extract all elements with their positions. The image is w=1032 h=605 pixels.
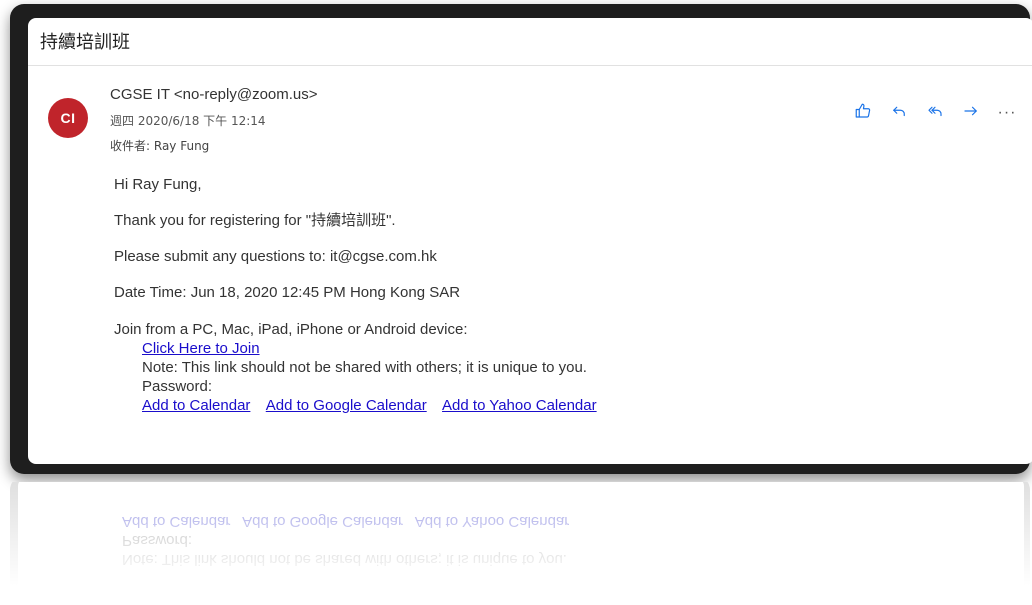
window-reflection: Note: This link should not be shared wit…	[10, 482, 1030, 604]
forward-button[interactable]	[960, 102, 982, 124]
window-frame: 持續培訓班 CI CGSE IT <no-reply@zoom.us> 週四 2…	[10, 4, 1032, 474]
recipient-label: 收件者:	[110, 139, 151, 153]
add-to-google-calendar-link[interactable]: Add to Google Calendar	[266, 397, 427, 414]
like-icon	[854, 102, 872, 125]
email-subject: 持續培訓班	[40, 32, 130, 53]
avatar-initials: CI	[60, 110, 76, 126]
sender-address[interactable]: CGSE IT <no-reply@zoom.us>	[110, 86, 318, 103]
join-intro: Join from a PC, Mac, iPad, iPhone or And…	[114, 321, 468, 338]
email-reading-pane: 持續培訓班 CI CGSE IT <no-reply@zoom.us> 週四 2…	[28, 18, 1032, 464]
message-actions-toolbar: ···	[852, 102, 1018, 124]
reply-button[interactable]	[888, 102, 910, 124]
reflection-fade	[10, 482, 1030, 604]
more-actions-button[interactable]: ···	[996, 102, 1018, 124]
reply-all-icon	[926, 102, 944, 125]
join-details: Click Here to Join Note: This link shoul…	[114, 339, 1014, 415]
questions-contact: Please submit any questions to: it@cgse.…	[114, 248, 437, 265]
calendar-links: Add to Calendar Add to Google Calendar A…	[142, 396, 1014, 415]
join-link[interactable]: Click Here to Join	[142, 340, 260, 357]
screenshot-stage: 持續培訓班 CI CGSE IT <no-reply@zoom.us> 週四 2…	[0, 0, 1032, 605]
sent-datetime: 週四 2020/6/18 下午 12:14	[110, 114, 266, 128]
forward-icon	[962, 102, 980, 125]
add-to-calendar-link[interactable]: Add to Calendar	[142, 397, 250, 414]
reply-icon	[890, 102, 908, 125]
sender-avatar[interactable]: CI	[48, 98, 88, 138]
email-body: Hi Ray Fung, Thank you for registering f…	[114, 176, 1014, 415]
greeting: Hi Ray Fung,	[114, 176, 202, 193]
meeting-datetime: Date Time: Jun 18, 2020 12:45 PM Hong Ko…	[114, 284, 461, 301]
like-button[interactable]	[852, 102, 874, 124]
recipient-line: 收件者: Ray Fung	[110, 137, 209, 154]
recipient-name[interactable]: Ray Fung	[154, 139, 209, 153]
password-label: Password:	[142, 378, 213, 395]
registration-thanks: Thank you for registering for "持續培訓班".	[114, 212, 396, 229]
more-icon: ···	[997, 104, 1017, 121]
add-to-yahoo-calendar-link[interactable]: Add to Yahoo Calendar	[442, 397, 597, 414]
reply-all-button[interactable]	[924, 102, 946, 124]
subject-bar: 持續培訓班	[28, 18, 1032, 66]
link-note: Note: This link should not be shared wit…	[142, 359, 587, 376]
join-section: Join from a PC, Mac, iPad, iPhone or And…	[114, 320, 1014, 415]
